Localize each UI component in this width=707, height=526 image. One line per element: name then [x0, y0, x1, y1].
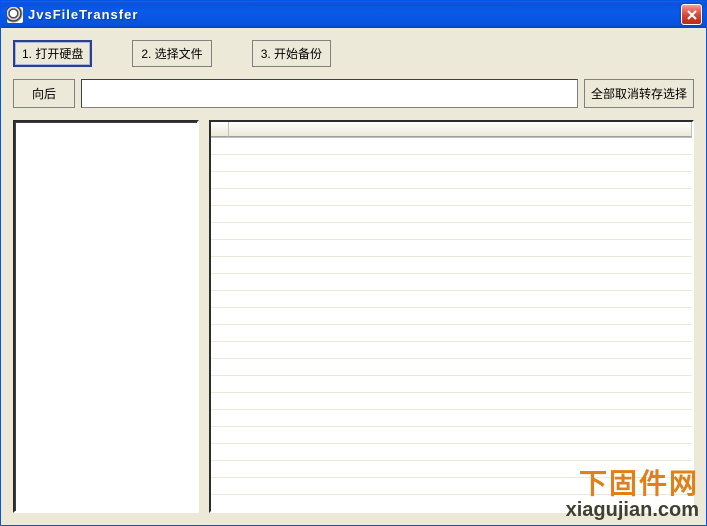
- content-area: [9, 118, 698, 517]
- app-window: JvsFileTransfer 1. 打开硬盘 2. 选择文件 3. 开始备份 …: [0, 0, 707, 526]
- file-list-panel[interactable]: [209, 120, 694, 513]
- app-icon: [7, 7, 23, 23]
- nav-toolbar: 向后 全部取消转存选择: [9, 77, 698, 118]
- step-toolbar: 1. 打开硬盘 2. 选择文件 3. 开始备份: [9, 36, 698, 77]
- list-header-col2[interactable]: [229, 122, 692, 137]
- list-header-col1[interactable]: [211, 122, 229, 137]
- list-body[interactable]: [211, 138, 692, 511]
- deselect-all-button[interactable]: 全部取消转存选择: [584, 79, 694, 108]
- back-button[interactable]: 向后: [13, 79, 75, 108]
- folder-tree-panel[interactable]: [13, 120, 199, 513]
- close-icon: [687, 10, 697, 20]
- start-backup-button[interactable]: 3. 开始备份: [252, 40, 331, 67]
- open-disk-button[interactable]: 1. 打开硬盘: [13, 40, 92, 67]
- select-files-button[interactable]: 2. 选择文件: [132, 40, 211, 67]
- window-title: JvsFileTransfer: [28, 7, 681, 22]
- path-field[interactable]: [81, 79, 578, 108]
- client-area: 1. 打开硬盘 2. 选择文件 3. 开始备份 向后 全部取消转存选择: [1, 28, 706, 525]
- list-header: [211, 122, 692, 138]
- titlebar: JvsFileTransfer: [1, 1, 706, 28]
- close-button[interactable]: [681, 4, 702, 25]
